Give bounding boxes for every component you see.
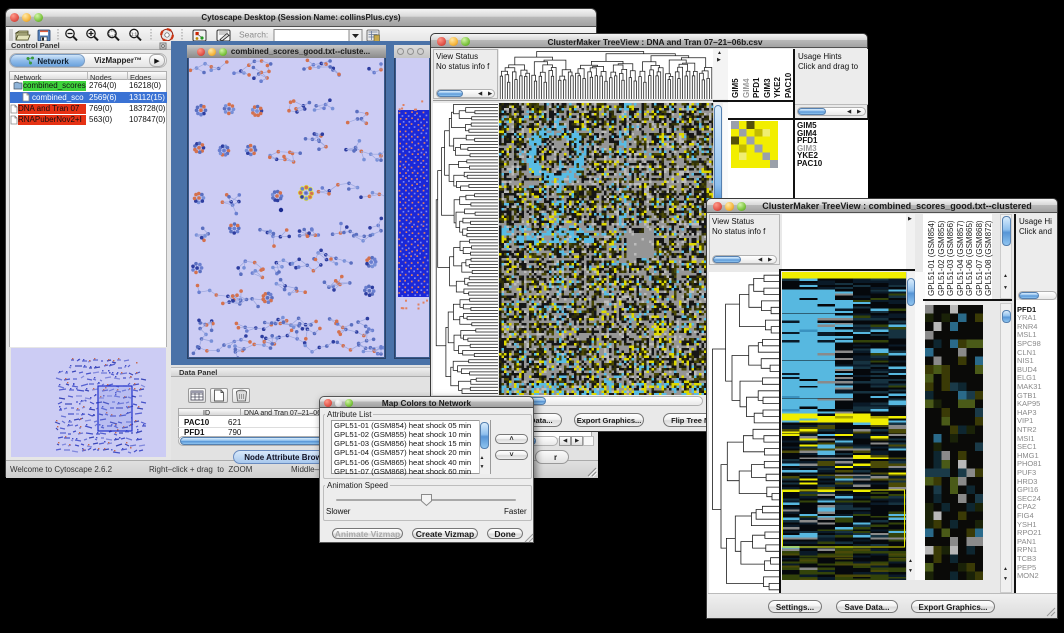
svg-text:1:1: 1:1 xyxy=(131,31,138,36)
svg-text:Search:: Search: xyxy=(239,30,268,40)
